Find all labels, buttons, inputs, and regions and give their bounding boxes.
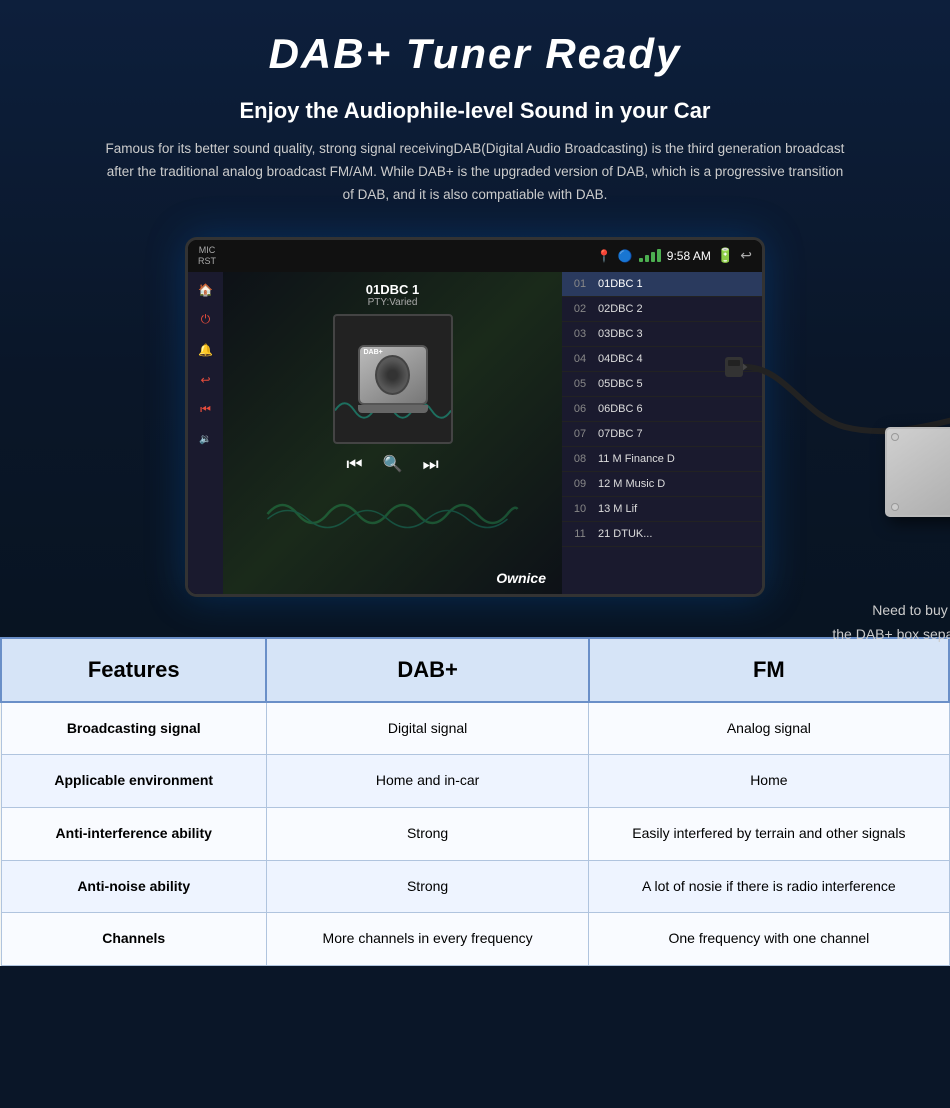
table-row: Channels More channels in every frequenc… <box>1 913 949 966</box>
channel-name: 01DBC 1 <box>598 278 643 290</box>
fm-cell: Easily interfered by terrain and other s… <box>589 808 949 861</box>
dab-box <box>885 427 950 517</box>
channel-name: 02DBC 2 <box>598 303 643 315</box>
rst-label: RST <box>198 256 216 266</box>
dab-cell: More channels in every frequency <box>266 913 588 966</box>
vol-down-icon: 🔉 <box>196 430 216 450</box>
channel-number: 09 <box>570 478 590 490</box>
fm-cell: A lot of nosie if there is radio interfe… <box>589 860 949 913</box>
channel-number: 07 <box>570 428 590 440</box>
need-to-buy-label: Need to buy the DAB+ box separately <box>795 599 950 647</box>
prev-button[interactable]: ⏮ <box>346 454 362 475</box>
header-fm: FM <box>589 638 949 702</box>
screen-top-bar: MIC RST 📍 🔵 9:58 AM 🔋 <box>188 240 762 272</box>
channel-number: 02 <box>570 303 590 315</box>
comparison-table: Features DAB+ FM Broadcasting signal Dig… <box>0 637 950 966</box>
player-controls: ⏮ 🔍 ⏭ <box>346 454 438 475</box>
radio-image-area: DAB+ <box>333 314 453 444</box>
channel-item[interactable]: 10 13 M Lif <box>562 497 762 522</box>
subtitle: Enjoy the Audiophile-level Sound in your… <box>20 98 930 124</box>
main-title: DAB+ Tuner Ready <box>20 30 930 78</box>
time-display: 9:58 AM <box>667 249 711 263</box>
fm-cell: Home <box>589 755 949 808</box>
bell-icon: 🔔 <box>196 340 216 360</box>
table-row: Anti-noise ability Strong A lot of nosie… <box>1 860 949 913</box>
ownice-label: Ownice <box>496 570 546 586</box>
channel-name: 07DBC 7 <box>598 428 643 440</box>
dab-cell: Home and in-car <box>266 755 588 808</box>
pty-label: PTY:Varied <box>368 297 418 308</box>
fm-cell: One frequency with one channel <box>589 913 949 966</box>
channel-number: 03 <box>570 328 590 340</box>
top-section: DAB+ Tuner Ready Enjoy the Audiophile-le… <box>0 0 950 637</box>
left-sidebar: 🏠 ⏻ 🔔 ↩ ⏮ 🔉 <box>188 272 223 594</box>
channel-item[interactable]: 01 01DBC 1 <box>562 272 762 297</box>
header-dab: DAB+ <box>266 638 588 702</box>
feature-cell: Channels <box>1 913 266 966</box>
description: Famous for its better sound quality, str… <box>105 138 845 207</box>
need-buy-line1: Need to buy <box>872 602 948 618</box>
channel-number: 01 <box>570 278 590 290</box>
search-button[interactable]: 🔍 <box>383 454 403 474</box>
rewind-icon: ⏮ <box>196 400 216 420</box>
channel-item[interactable]: 02 02DBC 2 <box>562 297 762 322</box>
channel-name: 05DBC 5 <box>598 378 643 390</box>
need-buy-line2: the DAB+ box separately <box>832 626 950 642</box>
channel-name: 11 M Finance D <box>598 453 675 465</box>
table-section: Features DAB+ FM Broadcasting signal Dig… <box>0 637 950 966</box>
channel-item[interactable]: 11 21 DTUK... <box>562 522 762 547</box>
feature-cell: Anti-noise ability <box>1 860 266 913</box>
player-area: 01DBC 1 PTY:Varied DAB+ <box>223 272 562 594</box>
channel-number: 11 <box>570 528 590 540</box>
channel-name: 21 DTUK... <box>598 528 652 540</box>
dab-cell: Digital signal <box>266 702 588 755</box>
feature-cell: Anti-interference ability <box>1 808 266 861</box>
channel-name: 06DBC 6 <box>598 403 643 415</box>
station-name: 01DBC 1 <box>366 282 419 297</box>
feature-cell: Applicable environment <box>1 755 266 808</box>
fm-cell: Analog signal <box>589 702 949 755</box>
channel-name: 13 M Lif <box>598 503 637 515</box>
home-icon: 🏠 <box>196 280 216 300</box>
channel-number: 06 <box>570 403 590 415</box>
channel-number: 08 <box>570 453 590 465</box>
device-screen: MIC RST 📍 🔵 9:58 AM 🔋 <box>185 237 765 597</box>
power-icon: ⏻ <box>196 310 216 330</box>
channel-name: 04DBC 4 <box>598 353 643 365</box>
table-row: Broadcasting signal Digital signal Analo… <box>1 702 949 755</box>
channel-number: 05 <box>570 378 590 390</box>
mic-label: MIC <box>198 245 216 255</box>
header-features: Features <box>1 638 266 702</box>
table-row: Applicable environment Home and in-car H… <box>1 755 949 808</box>
channel-number: 10 <box>570 503 590 515</box>
device-container: MIC RST 📍 🔵 9:58 AM 🔋 <box>45 237 905 597</box>
channel-name: 12 M Music D <box>598 478 665 490</box>
back-icon: ↩ <box>196 370 216 390</box>
table-row: Anti-interference ability Strong Easily … <box>1 808 949 861</box>
next-button[interactable]: ⏭ <box>422 454 438 475</box>
dab-cell: Strong <box>266 808 588 861</box>
channel-name: 03DBC 3 <box>598 328 643 340</box>
dab-cell: Strong <box>266 860 588 913</box>
screen-main: 🏠 ⏻ 🔔 ↩ ⏮ 🔉 01DBC 1 PTY:Varied <box>188 272 762 594</box>
feature-cell: Broadcasting signal <box>1 702 266 755</box>
channel-number: 04 <box>570 353 590 365</box>
